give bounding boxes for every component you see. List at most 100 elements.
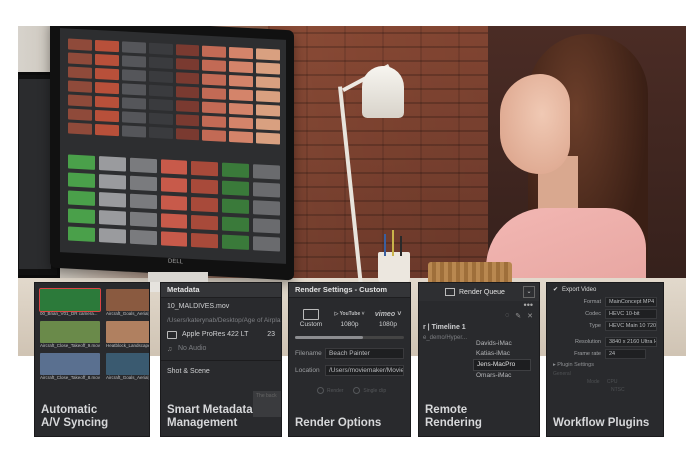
resolution-select[interactable]: 3840 x 2160 Ultra HD [605, 337, 657, 347]
close-icon[interactable]: ✕ [527, 312, 533, 320]
clip-thumbnail[interactable]: 00_Brian_V01_DR camera... [39, 288, 101, 317]
chevron-down-icon[interactable]: ⌄ [523, 286, 535, 298]
monitor-screen [60, 28, 286, 264]
panel-caption: Workflow Plugins [553, 417, 650, 429]
thumbnail [229, 60, 254, 74]
panel-metadata: Metadata 10_MALDIVES.mov /Users/kateryna… [160, 282, 282, 437]
setting-select[interactable]: HEVC 10-bit [605, 309, 657, 319]
thumbnail [121, 69, 146, 82]
remote-machine-item[interactable]: Omars-iMac [473, 371, 531, 381]
filename-input[interactable]: Beach Painter [325, 348, 404, 359]
audio-label: No Audio [178, 345, 207, 352]
timeline-clip [160, 195, 188, 211]
resolution-row: Resolution 3840 x 2160 Ultra HD [547, 336, 663, 348]
setting-select[interactable]: HEVC Main 10 720p [605, 321, 657, 331]
thumbnail [68, 80, 92, 93]
timeline-clip [222, 234, 250, 250]
setting-select[interactable]: MainConcept MP4 (HEVC) [605, 297, 657, 307]
job-toolbar: ◌ ✎ ✕ [419, 309, 539, 323]
panel-caption: Remote Rendering [425, 404, 482, 429]
render-queue-title: Render Queue [445, 288, 505, 296]
setting-label: Type [589, 323, 601, 329]
thumbnail [175, 72, 200, 85]
panel-caption: Render Options [295, 417, 382, 429]
thumbnail [68, 52, 92, 65]
panel-header: Metadata [161, 283, 281, 298]
plugin-settings-section[interactable]: ▸ Plugin Settings [547, 360, 663, 370]
thumbnail [148, 42, 173, 55]
filename-label: Filename [295, 350, 322, 357]
section-shot-scene[interactable]: Shot & Scene [161, 365, 281, 379]
codec-row: Apple ProRes 422 LT 23 [161, 328, 281, 342]
filename-row: Filename Beach Painter [289, 345, 410, 362]
thumbnail [229, 130, 254, 144]
monitor-brand-logo: DELL [168, 258, 184, 266]
lamp-shade [362, 66, 404, 118]
thumbnail [148, 84, 173, 97]
clip-thumbnail[interactable]: Aircraft_Goals_Aerial_18.mov [105, 353, 149, 381]
scrollbar-thumb[interactable] [295, 336, 363, 339]
thumbnail [175, 114, 200, 127]
setting-label: Format [583, 299, 601, 305]
clip-image [105, 353, 149, 375]
remote-machine-item[interactable]: Jens-MacPro [473, 359, 531, 371]
clip-image [105, 321, 149, 343]
thumbnail [94, 123, 119, 137]
mode-row: Mode CPU [547, 378, 663, 386]
panel-caption: Automatic A/V Syncing [41, 404, 109, 429]
clip-thumbnail[interactable]: Aircraft_Close_Takeoff_9.mov [40, 321, 100, 349]
clip-image [40, 321, 100, 343]
remote-machine-item[interactable]: Davids-iMac [473, 339, 531, 349]
thumbnail [202, 101, 227, 114]
preset-custom[interactable]: Custom [295, 308, 327, 330]
thumbnail [68, 94, 92, 107]
render-queue-icon [445, 288, 455, 296]
general-label: General [553, 371, 571, 377]
framerate-select[interactable]: 24 [605, 349, 646, 359]
thumbnail [148, 56, 173, 69]
timeline-clip [160, 177, 188, 193]
clip-thumbnail[interactable]: Heatblock_Landscape_1.mov [105, 321, 149, 349]
brick-wall [268, 26, 498, 286]
thumbnail [121, 55, 146, 68]
thumbnail [94, 67, 119, 81]
clip-thumbnail[interactable]: Aircraft_Goals_Aerial_17.mov [105, 289, 149, 317]
radio-circle-icon [317, 387, 324, 394]
preset-label: 1080p [378, 321, 398, 328]
export-video-row[interactable]: ✔ Export Video [547, 283, 663, 296]
timeline-clip [191, 160, 219, 177]
codec-suffix: 23 [267, 331, 275, 338]
timeline-clip [253, 182, 280, 198]
thumbnail [121, 41, 146, 54]
checkbox-checked-icon[interactable]: ✔ [553, 286, 558, 293]
panel-header: Render Settings - Custom [289, 283, 410, 298]
remote-machine-item[interactable]: Katias-iMac [473, 349, 531, 359]
preset-label: Custom [299, 321, 323, 328]
timeline-clip [222, 180, 250, 196]
clip-filename: 10_MALDIVES.mov [167, 303, 230, 310]
preset-vimeo[interactable]: vimeo ˅ 1080p [372, 308, 404, 330]
mode-value-2: NTSC [611, 387, 625, 393]
timeline-clip [98, 156, 126, 172]
preset-youtube[interactable]: ▷ YouTube ˅ 1080p [334, 308, 366, 330]
clip-thumbnail[interactable]: Aircraft_Close_Takeoff_8.mov [40, 353, 100, 381]
timeline-clip [253, 236, 280, 252]
location-input[interactable]: /Users/moviemaker/Movies [325, 365, 404, 376]
timeline-clip [129, 175, 157, 192]
timeline-clip [98, 192, 126, 208]
radio-render[interactable]: Render [317, 387, 343, 394]
tooltip: The back [253, 391, 281, 417]
thumbnail [256, 90, 280, 103]
radio-single-clip[interactable]: Single clip [353, 387, 386, 394]
radio-circle-icon [353, 387, 361, 394]
more-options-icon[interactable]: ••• [419, 301, 539, 310]
render-queue-header: Render Queue ⌄ [419, 283, 539, 301]
mode-value[interactable]: CPU [607, 379, 618, 385]
thumbnail [94, 39, 119, 53]
edit-icon[interactable]: ✎ [515, 312, 521, 320]
thumbnail [256, 62, 280, 75]
remote-icon[interactable]: ◌ [505, 312, 509, 320]
preset-scrollbar[interactable] [295, 336, 404, 339]
resolution-label: Resolution [575, 339, 601, 345]
thumbnail [68, 122, 92, 135]
